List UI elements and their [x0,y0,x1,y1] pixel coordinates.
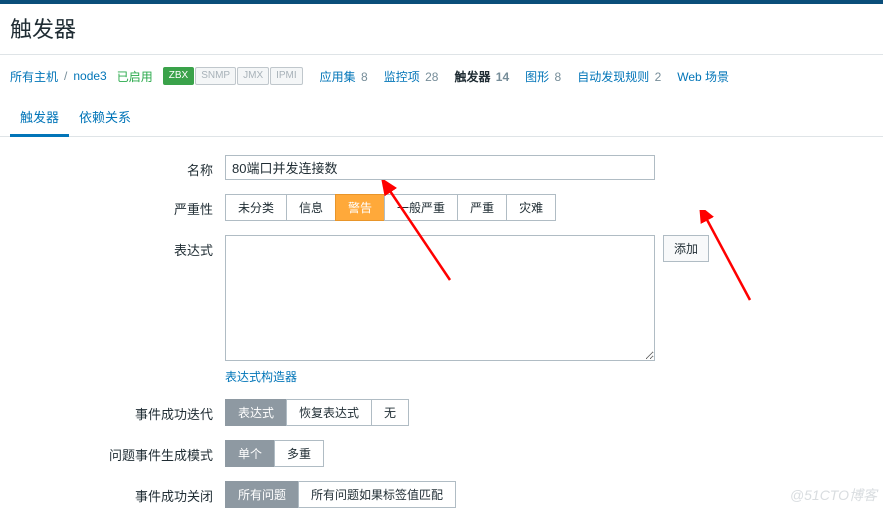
breadcrumb-host[interactable]: node3 [73,69,106,83]
label-expression: 表达式 [10,235,225,259]
proto-badge-snmp: SNMP [195,67,236,85]
severity-high[interactable]: 严重 [457,194,507,221]
expression-builder-link[interactable]: 表达式构造器 [225,368,655,385]
severity-average[interactable]: 一般严重 [384,194,458,221]
problem-mode-single[interactable]: 单个 [225,440,275,467]
ok-gen-none[interactable]: 无 [371,399,409,426]
proto-badge-zbx: ZBX [163,67,194,85]
nav-triggers[interactable]: 触发器 14 [454,68,509,85]
tabs: 触发器 依赖关系 [0,91,883,137]
label-problem-mode: 问题事件生成模式 [10,440,225,464]
tab-trigger[interactable]: 触发器 [10,101,69,137]
severity-not-classified[interactable]: 未分类 [225,194,287,221]
problem-mode-multiple[interactable]: 多重 [274,440,324,467]
nav-web[interactable]: Web 场景 [677,68,729,85]
severity-information[interactable]: 信息 [286,194,336,221]
nav-items[interactable]: 监控项 28 [384,68,439,85]
severity-disaster[interactable]: 灾难 [506,194,556,221]
ok-close-selector: 所有问题 所有问题如果标签值匹配 [225,481,456,508]
expression-textarea[interactable] [225,235,655,361]
ok-close-tag-match[interactable]: 所有问题如果标签值匹配 [298,481,456,508]
host-nav-row: 所有主机 / node3 已启用 ZBXSNMPJMXIPMI 应用集 8 监控… [0,55,883,91]
problem-mode-selector: 单个 多重 [225,440,324,467]
ok-close-all[interactable]: 所有问题 [225,481,299,508]
watermark: @51CTO博客 [790,485,877,505]
nav-applications[interactable]: 应用集 8 [320,68,368,85]
name-input[interactable] [225,155,655,180]
proto-badge-jmx: JMX [237,67,269,85]
label-name: 名称 [10,155,225,179]
breadcrumb-all-hosts[interactable]: 所有主机 [10,68,58,85]
severity-warning[interactable]: 警告 [335,194,385,221]
severity-selector: 未分类 信息 警告 一般严重 严重 灾难 [225,194,556,221]
host-status-enabled: 已启用 [117,68,153,85]
nav-graphs[interactable]: 图形 8 [525,68,561,85]
page-title: 触发器 [0,4,883,55]
nav-discovery[interactable]: 自动发现规则 2 [577,68,661,85]
ok-event-gen-selector: 表达式 恢复表达式 无 [225,399,409,426]
expression-add-button[interactable]: 添加 [663,235,709,262]
label-ok-event-gen: 事件成功迭代 [10,399,225,423]
proto-badge-ipmi: IPMI [270,67,303,85]
tab-dependencies[interactable]: 依赖关系 [69,101,141,136]
ok-gen-recovery[interactable]: 恢复表达式 [286,399,372,426]
label-ok-close: 事件成功关闭 [10,481,225,505]
breadcrumb-sep: / [64,69,67,83]
ok-gen-expression[interactable]: 表达式 [225,399,287,426]
label-severity: 严重性 [10,194,225,218]
